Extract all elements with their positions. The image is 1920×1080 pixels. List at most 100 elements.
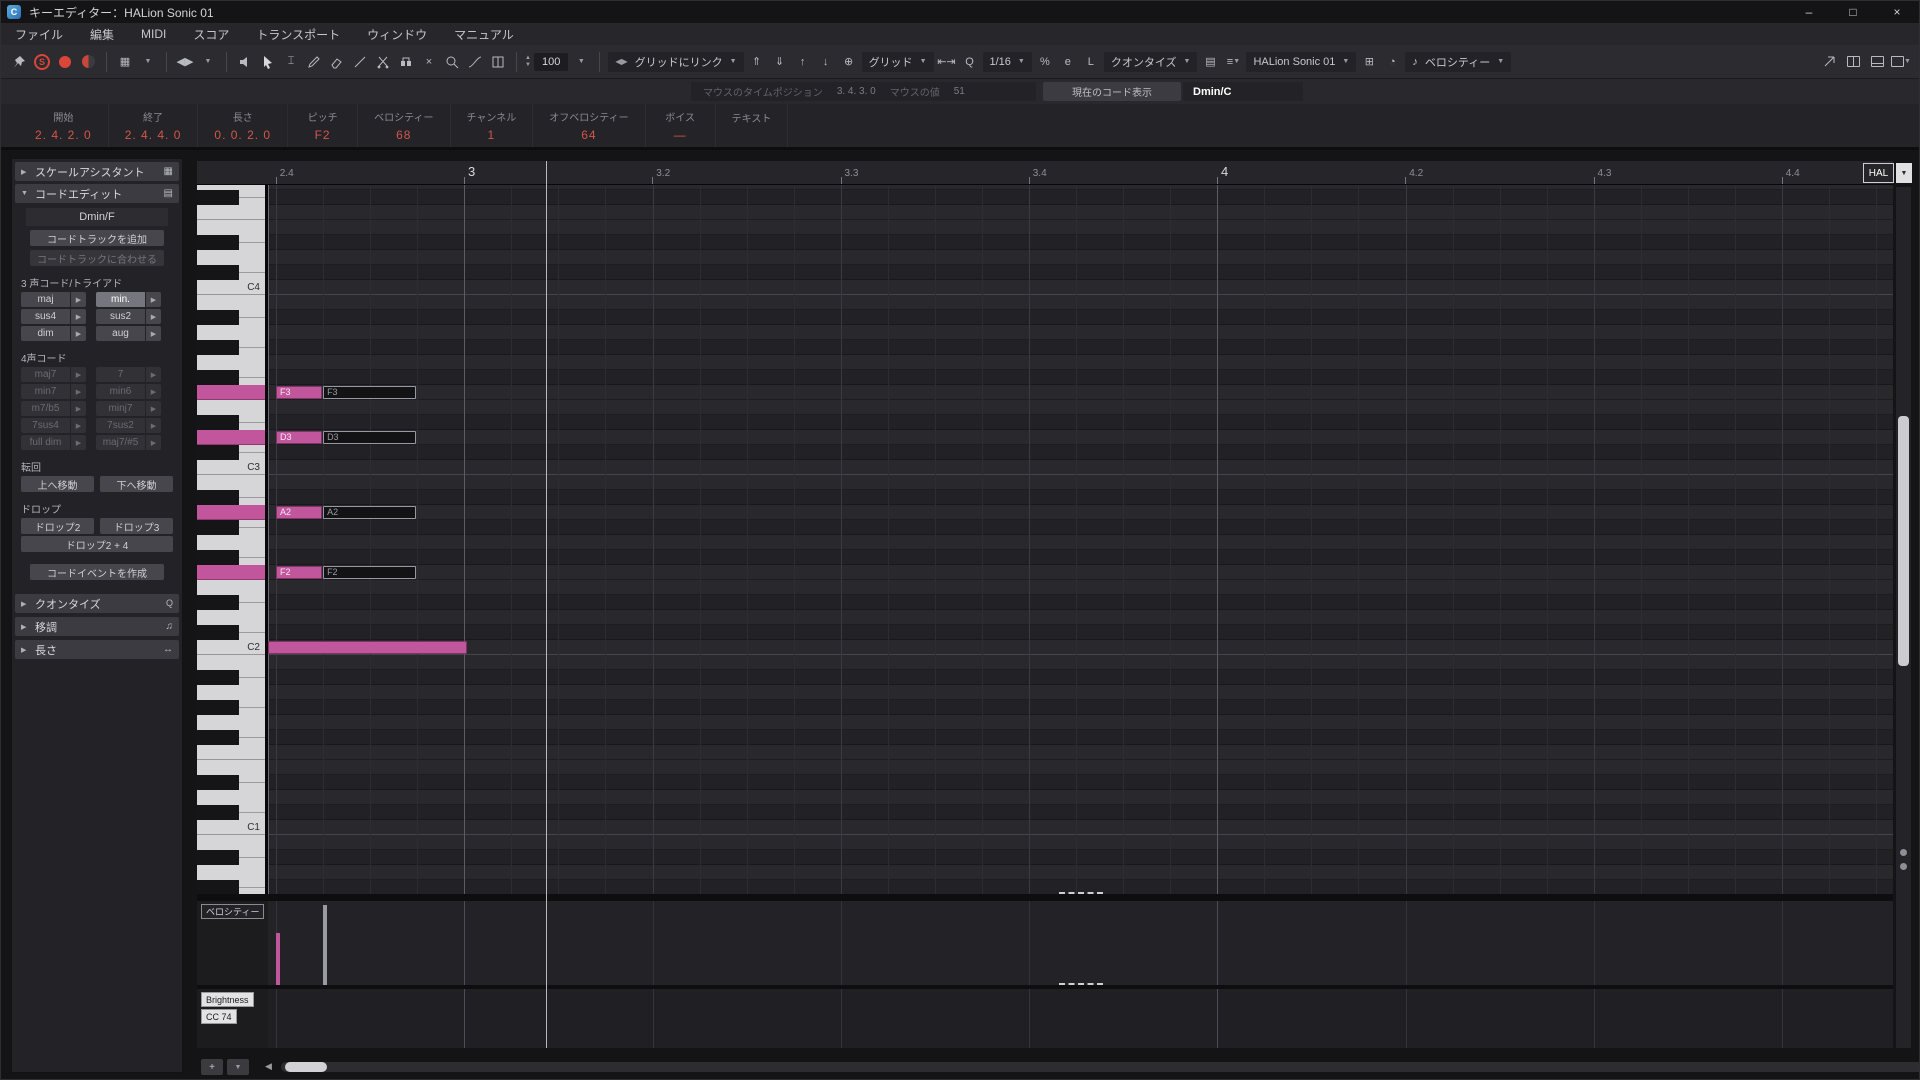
iterative-quantize-button[interactable]: % bbox=[1035, 51, 1055, 73]
section-scale-assistant[interactable]: スケールアシスタント bbox=[15, 162, 179, 181]
midi-note[interactable]: A2 bbox=[276, 506, 322, 519]
black-key[interactable] bbox=[197, 310, 239, 325]
split-tool[interactable] bbox=[373, 51, 393, 73]
quantize-panel-button[interactable]: e bbox=[1058, 51, 1078, 73]
record-in-editor-button[interactable] bbox=[55, 51, 75, 73]
move-down-inversion-button[interactable]: 下へ移動 bbox=[100, 476, 173, 492]
vertical-scrollbar-thumb[interactable] bbox=[1898, 416, 1909, 666]
info-text[interactable]: テキスト bbox=[716, 104, 789, 147]
cc-lane-area[interactable] bbox=[268, 989, 1893, 1048]
velocity-lane[interactable]: ベロシティー bbox=[197, 901, 1893, 985]
length-quantize-icon[interactable]: L bbox=[1081, 51, 1101, 73]
left-zone-toggle[interactable] bbox=[1843, 51, 1863, 73]
part-indicator[interactable]: HAL bbox=[1863, 163, 1894, 183]
object-selection-tool[interactable] bbox=[258, 51, 278, 73]
chord-dim-button[interactable]: dim bbox=[21, 326, 70, 341]
chord-min-button[interactable]: min. bbox=[96, 292, 145, 307]
midi-note[interactable]: F2 bbox=[276, 566, 322, 579]
quantize-preset-dropdown[interactable]: 1/16 bbox=[983, 52, 1032, 72]
part-edit-mode-icon[interactable]: ▤ bbox=[1200, 51, 1220, 73]
open-in-lower-zone-icon[interactable] bbox=[1819, 51, 1839, 73]
chord-aug-button[interactable]: aug bbox=[96, 326, 145, 341]
lane-preset-dropdown[interactable] bbox=[227, 1059, 249, 1075]
midi-note[interactable]: F3 bbox=[323, 386, 416, 399]
black-key[interactable] bbox=[197, 235, 239, 250]
menu-file[interactable]: ファイル bbox=[15, 26, 63, 43]
info-end[interactable]: 終了2. 4. 4. 0 bbox=[109, 104, 199, 147]
menu-midi[interactable]: MIDI bbox=[141, 27, 166, 41]
create-chord-event-button[interactable]: コードイベントを作成 bbox=[30, 564, 164, 580]
lower-zone-toggle[interactable] bbox=[1867, 51, 1887, 73]
midi-note[interactable]: D3 bbox=[323, 431, 416, 444]
highlighted-key[interactable] bbox=[197, 565, 265, 580]
chord-dim-arrow[interactable] bbox=[71, 326, 86, 341]
black-key[interactable] bbox=[197, 490, 239, 505]
part-indicator-dropdown[interactable]: ▼ bbox=[1896, 163, 1912, 183]
snapshot-dropdown[interactable] bbox=[138, 51, 158, 73]
close-button[interactable]: × bbox=[1875, 1, 1919, 23]
speaker-icon[interactable] bbox=[235, 51, 255, 73]
insert-velocity-dropdown[interactable] bbox=[571, 51, 591, 73]
section-length[interactable]: 長さ bbox=[15, 640, 179, 659]
info-channel[interactable]: チャンネル1 bbox=[451, 104, 534, 147]
draw-tool[interactable] bbox=[304, 51, 324, 73]
mute-tool[interactable]: × bbox=[419, 51, 439, 73]
timeline-ruler[interactable]: 2.433.23.33.444.24.34.4 bbox=[197, 161, 1893, 185]
velocity-bar[interactable] bbox=[323, 905, 327, 985]
pin-icon[interactable] bbox=[9, 51, 29, 73]
step-up-button[interactable]: ⇑ bbox=[747, 51, 767, 73]
velocity-stepper[interactable]: ▲▼ bbox=[525, 55, 531, 68]
velocity-lane-area[interactable] bbox=[268, 901, 1893, 985]
midi-note[interactable]: D3 bbox=[276, 431, 322, 444]
part-select-dropdown[interactable]: HALion Sonic 01 bbox=[1246, 52, 1356, 72]
insert-velocity-value[interactable]: 100 bbox=[534, 53, 568, 71]
cc-lane-param[interactable]: CC 74 bbox=[201, 1009, 237, 1024]
erase-tool[interactable] bbox=[327, 51, 347, 73]
drop3-button[interactable]: ドロップ3 bbox=[100, 518, 173, 534]
chord-sus4-button[interactable]: sus4 bbox=[21, 309, 70, 324]
autoscroll-dropdown[interactable] bbox=[198, 51, 218, 73]
maximize-button[interactable]: □ bbox=[1831, 1, 1875, 23]
black-key[interactable] bbox=[197, 700, 239, 715]
snapshot-button[interactable]: ▦ bbox=[115, 51, 135, 73]
black-key[interactable] bbox=[197, 670, 239, 685]
cc-lane-name[interactable]: Brightness bbox=[201, 992, 254, 1007]
black-key[interactable] bbox=[197, 880, 239, 894]
black-key[interactable] bbox=[197, 850, 239, 865]
midi-note[interactable] bbox=[268, 641, 467, 654]
chord-sus4-arrow[interactable] bbox=[71, 309, 86, 324]
midi-note[interactable]: F3 bbox=[276, 386, 322, 399]
highlighted-key[interactable] bbox=[197, 430, 265, 445]
black-key[interactable] bbox=[197, 445, 239, 460]
lane-resize-handle[interactable] bbox=[1059, 983, 1103, 985]
velocity-bar[interactable] bbox=[276, 933, 280, 985]
info-start[interactable]: 開始2. 4. 2. 0 bbox=[19, 104, 109, 147]
scroll-left-arrow[interactable]: ◀ bbox=[265, 1061, 272, 1072]
midi-note[interactable]: F2 bbox=[323, 566, 416, 579]
step-down-button[interactable]: ⇓ bbox=[770, 51, 790, 73]
info-off-velocity[interactable]: オフベロシティー64 bbox=[533, 104, 645, 147]
section-transpose[interactable]: 移調 bbox=[15, 617, 179, 636]
horizontal-scrollbar[interactable]: + ◀ ▶ − + bbox=[197, 1057, 1913, 1077]
highlighted-key[interactable] bbox=[197, 385, 265, 400]
chord-sus2-button[interactable]: sus2 bbox=[96, 309, 145, 324]
chord-min-arrow[interactable] bbox=[146, 292, 161, 307]
black-key[interactable] bbox=[197, 550, 239, 565]
part-list-icon[interactable]: ≡ bbox=[1223, 51, 1243, 73]
glue-tool[interactable] bbox=[396, 51, 416, 73]
menu-manual[interactable]: マニュアル bbox=[454, 26, 514, 43]
crosshair-icon[interactable]: ⊕ bbox=[839, 51, 859, 73]
line-tool[interactable] bbox=[465, 51, 485, 73]
grid-link-dropdown[interactable]: ◀▶グリッドにリンク bbox=[608, 52, 743, 72]
length-quantize-dropdown[interactable]: クオンタイズ bbox=[1104, 52, 1198, 72]
menu-score[interactable]: スコア bbox=[193, 26, 229, 43]
drop2-4-button[interactable]: ドロップ2 + 4 bbox=[21, 536, 173, 552]
horizontal-scroll-track[interactable] bbox=[281, 1062, 1920, 1072]
quantize-q-icon[interactable]: Q bbox=[960, 51, 980, 73]
vertical-scrollbar[interactable] bbox=[1896, 187, 1911, 1048]
info-pitch[interactable]: ピッチF2 bbox=[288, 104, 358, 147]
black-key[interactable] bbox=[197, 340, 239, 355]
grid-overlay-icon[interactable]: ⊞ bbox=[1359, 51, 1379, 73]
black-key[interactable] bbox=[197, 805, 239, 820]
solo-editor-button[interactable]: S bbox=[32, 51, 52, 73]
